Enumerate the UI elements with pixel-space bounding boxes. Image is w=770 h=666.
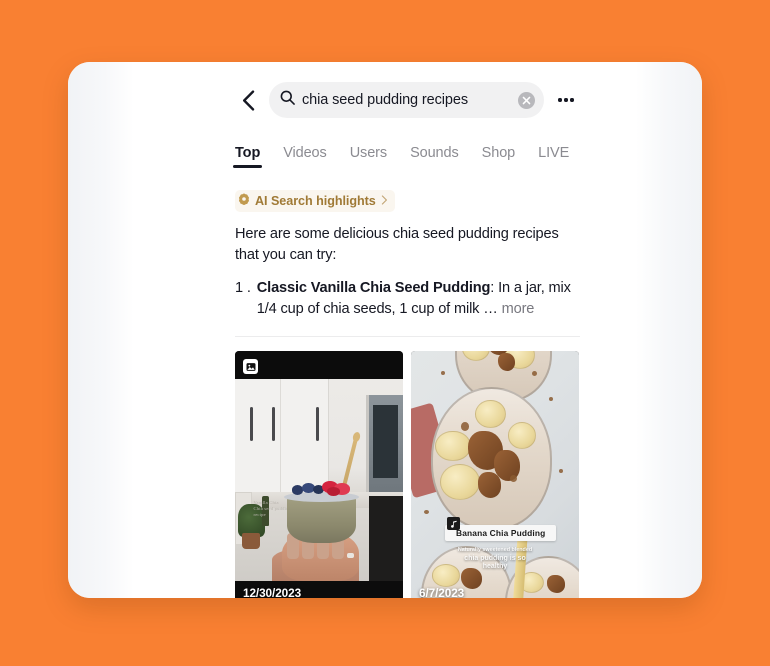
- result-card[interactable]: Vanilla Chia Chia seed pudding recipe 12…: [235, 351, 403, 598]
- search-query-text: chia seed pudding recipes: [302, 92, 468, 108]
- ai-search-highlights-badge[interactable]: AI Search highlights: [235, 190, 395, 212]
- result-date: 12/30/2023: [243, 586, 302, 598]
- ai-highlights-intro: Here are some delicious chia seed puddin…: [235, 226, 559, 263]
- ai-search-highlights-label: AI Search highlights: [255, 194, 376, 208]
- thumbnail-overlay-label: Banana Chia Pudding: [445, 525, 557, 541]
- more-options-button[interactable]: [552, 86, 580, 114]
- ellipsis-icon-dot: [564, 98, 568, 102]
- photo-icon: [243, 359, 258, 374]
- ai-more-link[interactable]: more: [502, 301, 535, 317]
- tab-live[interactable]: LIVE: [538, 145, 569, 168]
- chevron-right-icon: [381, 192, 388, 210]
- result-date: 6/7/2023: [419, 586, 465, 598]
- section-divider: [235, 336, 580, 337]
- result-thumbnail[interactable]: Vanilla Chia Chia seed pudding recipe 12…: [235, 351, 403, 598]
- app-card: chia seed pudding recipes Top Videos Use…: [68, 62, 702, 598]
- chevron-left-icon: [242, 89, 255, 111]
- result-card[interactable]: Banana Chia Pudding Naturally sweetened …: [411, 351, 579, 598]
- ellipsis-icon-dot: [558, 98, 562, 102]
- music-note-icon: [447, 517, 460, 530]
- content-column: chia seed pudding recipes Top Videos Use…: [232, 62, 580, 598]
- search-result-tabs: Top Videos Users Sounds Shop LIVE: [232, 134, 580, 168]
- clear-search-button[interactable]: [518, 91, 535, 109]
- tab-sounds[interactable]: Sounds: [410, 145, 459, 168]
- thumbnail-watermark: Naturally sweetened blended chia pudding…: [458, 547, 532, 572]
- search-header: chia seed pudding recipes: [235, 74, 580, 126]
- search-results-grid: Vanilla Chia Chia seed pudding recipe 12…: [235, 351, 580, 598]
- search-icon: [280, 90, 295, 110]
- tab-users[interactable]: Users: [350, 145, 387, 168]
- tab-top[interactable]: Top: [232, 145, 263, 168]
- ai-item-body: Classic Vanilla Chia Seed Pudding: In a …: [257, 278, 580, 320]
- watermark-line-1: Naturally sweetened blended: [457, 547, 533, 553]
- back-button[interactable]: [235, 85, 261, 115]
- close-circle-icon: [522, 96, 531, 105]
- tab-videos[interactable]: Videos: [283, 145, 327, 168]
- ai-item-title: Classic Vanilla Chia Seed Pudding: [256, 280, 491, 296]
- app-screen: chia seed pudding recipes Top Videos Use…: [68, 62, 702, 598]
- watermark-line-3: healthy: [482, 563, 508, 570]
- tab-shop[interactable]: Shop: [482, 145, 516, 168]
- search-input[interactable]: chia seed pudding recipes: [269, 82, 544, 118]
- ellipsis-icon-dot: [570, 98, 574, 102]
- thumbnail-artwork: Vanilla Chia Chia seed pudding recipe: [235, 351, 403, 598]
- ai-sparkle-flower-icon: [238, 192, 250, 210]
- watermark-line-2: chia pudding is so: [464, 554, 526, 562]
- result-thumbnail[interactable]: Banana Chia Pudding Naturally sweetened …: [411, 351, 579, 598]
- ai-highlights-item: 1 . Classic Vanilla Chia Seed Pudding: I…: [235, 278, 580, 320]
- ai-item-ellipsis: …: [483, 301, 502, 317]
- ai-item-number: 1 .: [235, 280, 251, 296]
- screenshot-stage: chia seed pudding recipes Top Videos Use…: [0, 0, 770, 666]
